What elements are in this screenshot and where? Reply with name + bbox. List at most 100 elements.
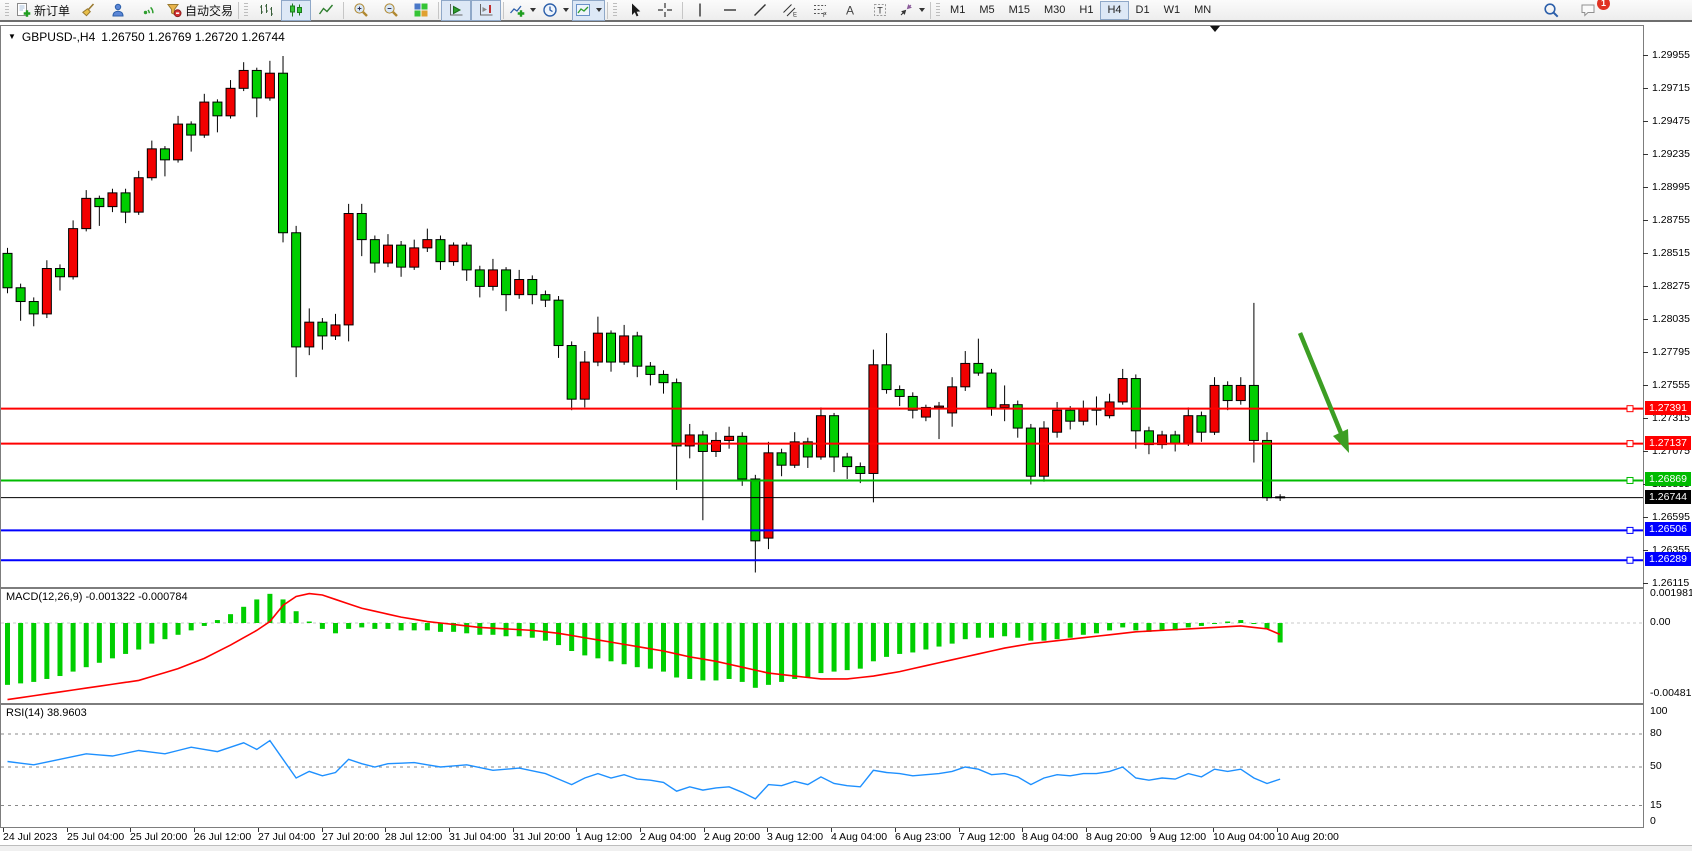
candle <box>1026 424 1035 485</box>
chat-icon <box>1580 2 1598 18</box>
time-axis-label: 28 Jul 12:00 <box>385 831 442 843</box>
candle <box>1171 431 1180 452</box>
crosshair-button[interactable] <box>650 0 680 21</box>
price-tick-mark <box>1643 583 1648 584</box>
chart-shift-button[interactable] <box>471 0 501 21</box>
price-tick-mark <box>1643 517 1648 518</box>
time-axis-label: 26 Jul 12:00 <box>194 831 251 843</box>
ohlc-values: 1.26750 1.26769 1.26720 1.26744 <box>101 30 285 44</box>
candle <box>554 296 563 358</box>
time-axis-label: 10 Aug 20:00 <box>1277 831 1339 843</box>
candle <box>1210 377 1219 435</box>
macd-scale-label: -0.00481 <box>1650 687 1691 699</box>
candle <box>567 341 576 410</box>
time-axis-label: 8 Aug 04:00 <box>1022 831 1078 843</box>
tile-windows-button[interactable] <box>406 0 436 21</box>
timeframe-w1-button[interactable]: W1 <box>1157 1 1188 20</box>
auto-trading-button[interactable]: 自动交易 <box>163 0 236 21</box>
toolbar-separator <box>930 2 931 19</box>
down-arrow-annotation[interactable] <box>1300 333 1349 453</box>
timeframe-h4-button[interactable]: H4 <box>1100 1 1128 20</box>
periods-button[interactable] <box>539 0 572 21</box>
macd-pane[interactable] <box>0 588 1644 704</box>
templates-button[interactable] <box>572 0 605 21</box>
candle <box>331 314 340 340</box>
time-axis-label: 27 Jul 20:00 <box>322 831 379 843</box>
timeframe-m15-button[interactable]: M15 <box>1002 1 1037 20</box>
candle <box>685 424 694 458</box>
price-tick-mark <box>1643 88 1648 89</box>
bar-chart-button[interactable] <box>251 0 281 21</box>
trading-terminal-window: 新订单 自动交易 E F A T <box>0 0 1692 851</box>
time-axis-label: 9 Aug 12:00 <box>1150 831 1206 843</box>
search-button[interactable] <box>1536 0 1566 21</box>
candle <box>344 204 353 342</box>
signal-button[interactable] <box>133 0 163 21</box>
horizontal-line-button[interactable] <box>715 0 745 21</box>
timeframe-m1-button[interactable]: M1 <box>943 1 972 20</box>
candle <box>751 475 760 573</box>
time-axis-label: 1 Aug 12:00 <box>576 831 632 843</box>
candle <box>803 438 812 468</box>
time-axis[interactable]: 24 Jul 202325 Jul 04:0025 Jul 20:0026 Ju… <box>0 828 1645 845</box>
timeframe-mn-button[interactable]: MN <box>1187 1 1218 20</box>
notifications-button[interactable]: 1 <box>1574 0 1604 21</box>
candle <box>449 242 458 265</box>
line-handle[interactable] <box>1627 406 1633 412</box>
candle <box>265 61 274 101</box>
chart-shift-icon <box>478 2 494 18</box>
trendline-button[interactable] <box>745 0 775 21</box>
main-chart-pane[interactable] <box>0 25 1644 588</box>
auto-scroll-button[interactable] <box>441 0 471 21</box>
vertical-line-button[interactable] <box>685 0 715 21</box>
line-handle[interactable] <box>1627 441 1633 447</box>
chevron-down-icon <box>919 8 925 12</box>
broom-button[interactable] <box>73 0 103 21</box>
arrows-button[interactable] <box>895 0 928 21</box>
price-badge-resistance-1: 1.27391 <box>1645 401 1691 415</box>
symbol-dropdown-icon[interactable]: ▼ <box>8 31 16 43</box>
rsi-scale-label: 50 <box>1650 760 1662 772</box>
text-label-button[interactable]: T <box>865 0 895 21</box>
time-axis-label: 6 Aug 23:00 <box>895 831 951 843</box>
vertical-line-icon <box>692 2 708 18</box>
line-handle[interactable] <box>1627 477 1633 483</box>
rsi-label: RSI(14) 38.9603 <box>6 707 87 719</box>
line-handle[interactable] <box>1627 527 1633 533</box>
toolbar-grip <box>5 3 9 18</box>
cursor-button[interactable] <box>620 0 650 21</box>
candlestick-chart-button[interactable] <box>281 0 311 21</box>
trendline-icon <box>752 2 768 18</box>
indicators-button[interactable] <box>506 0 539 21</box>
new-order-button[interactable]: 新订单 <box>12 0 73 21</box>
equidistant-channel-button[interactable]: E <box>775 0 805 21</box>
candle <box>357 204 366 256</box>
timeframe-m5-button[interactable]: M5 <box>972 1 1001 20</box>
timeframe-d1-button[interactable]: D1 <box>1129 1 1157 20</box>
candle <box>1263 432 1272 501</box>
price-tick-mark <box>1643 385 1648 386</box>
toolbar-separator <box>438 2 439 19</box>
candle <box>935 402 944 439</box>
price-tick-label: 1.27795 <box>1652 346 1690 358</box>
line-handle[interactable] <box>1627 557 1633 563</box>
macd-signal-line <box>8 594 1281 700</box>
candle <box>633 332 642 377</box>
candle <box>200 94 209 138</box>
line-chart-button[interactable] <box>311 0 341 21</box>
price-axis[interactable]: 1.299551.297151.294751.292351.289951.287… <box>1645 25 1692 828</box>
timeframe-m30-button[interactable]: M30 <box>1037 1 1072 20</box>
zoom-out-button[interactable] <box>376 0 406 21</box>
time-axis-label: 7 Aug 12:00 <box>959 831 1015 843</box>
chevron-down-icon <box>596 8 602 12</box>
fibonacci-button[interactable]: F <box>805 0 835 21</box>
price-tick-mark <box>1643 286 1648 287</box>
text-button[interactable]: A <box>835 0 865 21</box>
price-tick-mark <box>1643 319 1648 320</box>
timeframe-h1-button[interactable]: H1 <box>1072 1 1100 20</box>
candle <box>279 56 288 242</box>
rsi-pane[interactable] <box>0 704 1644 828</box>
community-button[interactable] <box>103 0 133 21</box>
svg-text:E: E <box>793 13 797 19</box>
zoom-in-button[interactable] <box>346 0 376 21</box>
